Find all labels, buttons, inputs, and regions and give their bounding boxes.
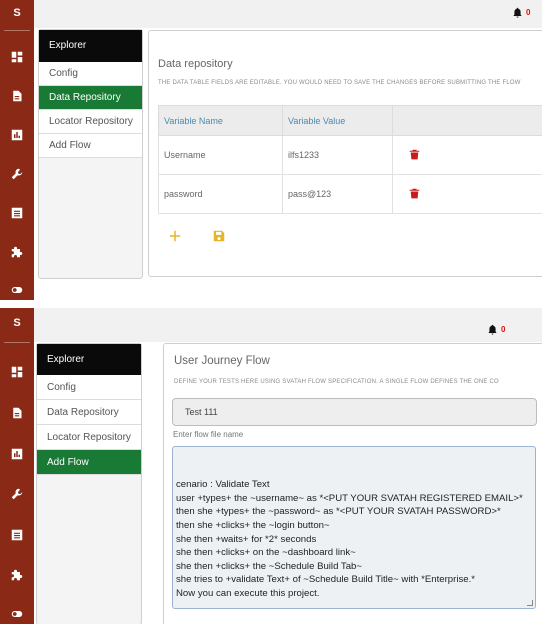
explorer-menu: Explorer Config Data Repository Locator … [38, 29, 143, 279]
wrench-icon[interactable] [9, 486, 25, 502]
flow-name-input[interactable]: Test 111 [172, 398, 537, 426]
flow-line: then she +types+ the ~password~ as *<PUT… [176, 506, 501, 518]
toggle-icon[interactable] [9, 606, 25, 622]
variable-name-cell[interactable]: password [158, 174, 283, 214]
flow-line: Now you can execute this project. [176, 587, 320, 599]
data-repository-screen: S 0 Explorer Config Data Repository Loca… [0, 0, 542, 300]
dashboard-icon[interactable] [9, 364, 25, 380]
notification-bell[interactable]: 0 [487, 324, 505, 335]
document-icon[interactable] [9, 405, 25, 421]
flow-name-label: Enter flow file name [173, 430, 244, 439]
top-bar [34, 308, 542, 342]
menu-item-locator-repository[interactable]: Locator Repository [37, 425, 141, 450]
menu-item-data-repository[interactable]: Data Repository [39, 86, 142, 110]
list-icon[interactable] [9, 527, 25, 543]
flow-line: she then +waits+ for *2* seconds [176, 533, 317, 545]
delete-icon[interactable] [409, 188, 420, 201]
flow-line: then she +clicks+ the ~login button~ [176, 519, 330, 531]
menu-item-config[interactable]: Config [39, 62, 142, 86]
panel-subtitle: THE DATA TABLE FIELDS ARE EDITABLE. YOU … [158, 80, 521, 86]
dashboard-icon[interactable] [9, 49, 25, 65]
bar-chart-icon[interactable] [9, 446, 25, 462]
menu-item-add-flow[interactable]: Add Flow [37, 450, 141, 475]
flow-line: she then +clicks+ the ~Schedule Build Ta… [176, 560, 362, 572]
user-journey-flow-screen: S 0 Explorer Config Data Repository Loca… [0, 308, 542, 624]
notification-count: 0 [501, 325, 506, 334]
menu-item-add-flow[interactable]: Add Flow [39, 134, 142, 158]
menu-item-locator-repository[interactable]: Locator Repository [39, 110, 142, 134]
rail-divider [4, 30, 30, 31]
variable-name-cell[interactable]: Username [158, 135, 283, 175]
top-bar [34, 0, 542, 28]
panel-title: Data repository [158, 58, 233, 70]
panel-title: User Journey Flow [174, 355, 270, 367]
resize-handle[interactable] [527, 600, 533, 606]
flow-line: she tries to +validate Text+ of ~Schedul… [176, 574, 475, 586]
puzzle-icon[interactable] [9, 244, 25, 260]
side-rail: S [0, 0, 34, 300]
panel-subtitle: DEFINE YOUR TESTS HERE USING SVATAH FLOW… [174, 379, 499, 385]
bell-icon [513, 7, 522, 18]
flow-line: user +types+ the ~username~ as *<PUT YOU… [176, 492, 523, 504]
screenshot-divider [0, 300, 542, 308]
list-icon[interactable] [9, 205, 25, 221]
table-row: password pass@123 [158, 174, 542, 214]
flow-line: she then +clicks+ on the ~dashboard link… [176, 547, 356, 559]
wrench-icon[interactable] [9, 166, 25, 182]
explorer-header: Explorer [39, 30, 142, 62]
toggle-icon[interactable] [9, 282, 25, 298]
flow-line: cenario : Validate Text [176, 479, 270, 491]
menu-item-data-repository[interactable]: Data Repository [37, 400, 141, 425]
rail-divider [4, 342, 30, 343]
app-logo[interactable]: S [0, 317, 34, 329]
explorer-header: Explorer [37, 344, 141, 375]
puzzle-icon[interactable] [9, 567, 25, 583]
delete-icon[interactable] [409, 149, 420, 162]
menu-item-config[interactable]: Config [37, 375, 141, 400]
bar-chart-icon[interactable] [9, 127, 25, 143]
column-header-variable-name: Variable Name [158, 105, 283, 136]
notification-bell[interactable]: 0 [512, 7, 530, 18]
data-repository-panel: Data repository THE DATA TABLE FIELDS AR… [148, 30, 542, 277]
add-icon[interactable] [169, 229, 181, 247]
column-header-variable-value: Variable Value [282, 105, 393, 136]
flow-editor-textarea[interactable]: cenario : Validate Text user +types+ the … [172, 446, 536, 609]
variables-table: Variable Name Variable Value Username il… [158, 105, 542, 214]
document-icon[interactable] [9, 88, 25, 104]
notification-count: 0 [526, 8, 531, 17]
variable-value-cell[interactable]: ilfs1233 [282, 135, 393, 175]
column-header-actions [392, 105, 542, 136]
table-header-row: Variable Name Variable Value [158, 105, 542, 136]
table-row: Username ilfs1233 [158, 135, 542, 175]
save-icon[interactable] [213, 229, 225, 247]
variable-value-cell[interactable]: pass@123 [282, 174, 393, 214]
bell-icon [488, 324, 497, 335]
app-logo[interactable]: S [0, 7, 34, 19]
explorer-menu: Explorer Config Data Repository Locator … [36, 343, 142, 624]
user-journey-flow-panel: User Journey Flow DEFINE YOUR TESTS HERE… [163, 343, 542, 624]
side-rail: S [0, 308, 34, 624]
